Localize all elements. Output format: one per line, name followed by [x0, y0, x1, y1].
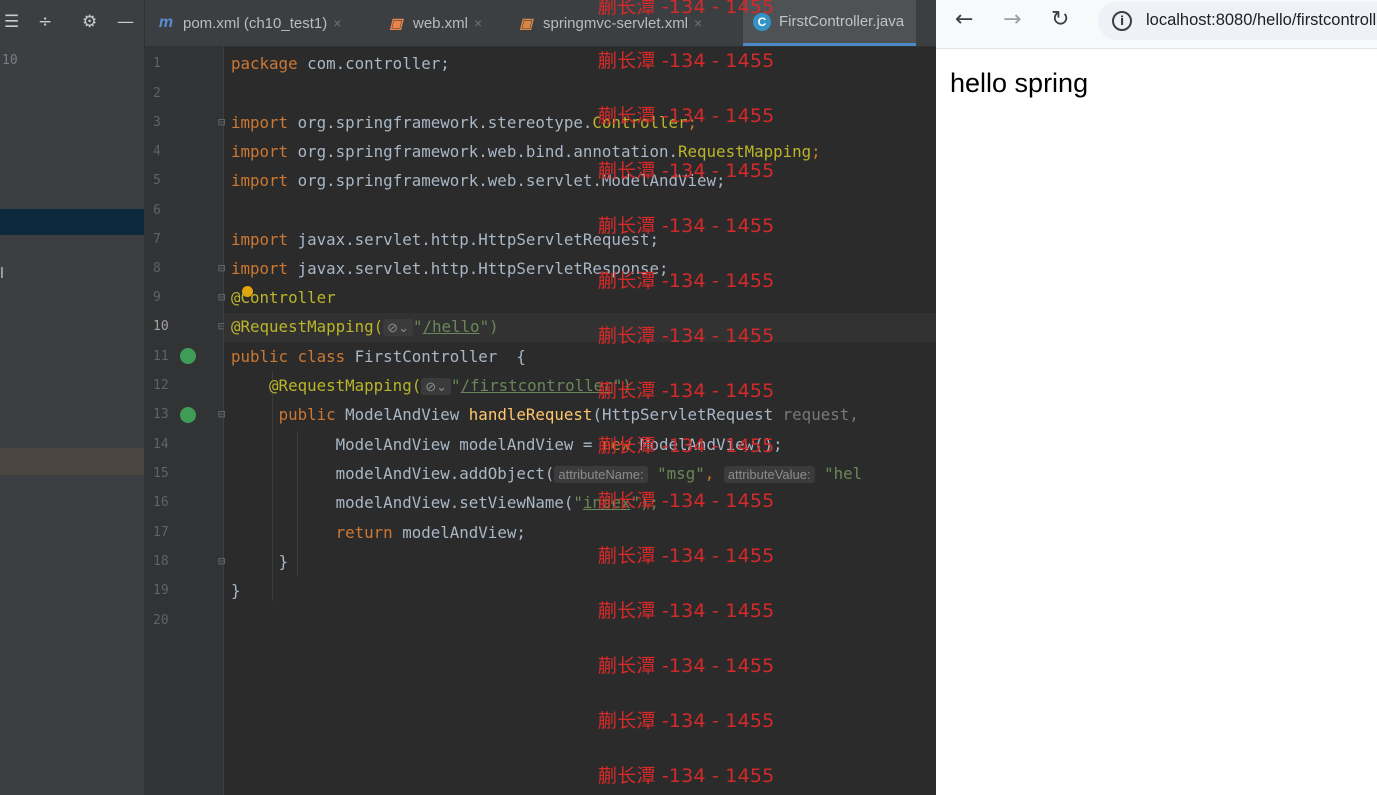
watermark-text: 蒯长潭 -134 - 1455 [598, 710, 775, 732]
watermark-text: 蒯长潭 -134 - 1455 [598, 50, 775, 72]
code-line-11: public class FirstController { [231, 347, 526, 366]
code-editor[interactable]: package com.controller; import org.sprin… [224, 46, 936, 795]
line-number: 1 [153, 56, 161, 71]
line-number: 7 [153, 232, 161, 247]
watermark-text: 蒯长潭 -134 - 1455 [598, 325, 775, 347]
close-icon[interactable]: × [333, 15, 341, 31]
forward-arrow-icon[interactable]: → [1003, 8, 1021, 32]
project-panel: ☰ ÷ ⚙ — 10 l [0, 0, 145, 795]
code-line-16: modelAndView.setViewName("index"); [335, 493, 660, 512]
watermark-text: 蒯长潭 -134 - 1455 [598, 600, 775, 622]
watermark-text: 蒯长潭 -134 - 1455 [598, 490, 775, 512]
tab-label: pom.xml (ch10_test1) [183, 14, 328, 32]
parameter-hint: attributeValue: [723, 466, 815, 483]
maven-icon: m [158, 14, 174, 31]
code-line-15: modelAndView.addObject(attributeName: "m… [335, 464, 863, 483]
watermark-text: 蒯长潭 -134 - 1455 [598, 765, 775, 787]
line-number: 4 [153, 144, 161, 159]
gear-icon[interactable]: ⚙ [82, 12, 97, 32]
project-tree-label: 10 [2, 53, 18, 68]
expand-all-icon[interactable]: ☰ [4, 12, 19, 32]
code-line-7: import javax.servlet.http.HttpServletReq… [231, 230, 659, 249]
project-tree-highlighted-row[interactable] [0, 448, 144, 475]
line-number: 2 [153, 86, 161, 101]
back-arrow-icon[interactable]: ← [955, 8, 973, 32]
code-line-12: @RequestMapping(⊘⌄ "/firstcontroller") [269, 376, 632, 395]
line-number: 15 [153, 466, 169, 481]
watermark-text: 蒯长潭 -134 - 1455 [598, 0, 775, 18]
url-text[interactable]: localhost:8080/hello/firstcontroller [1146, 11, 1377, 30]
code-line-9: @Controller [231, 288, 336, 307]
line-number: 12 [153, 378, 169, 393]
tab-pom-xml[interactable]: m pom.xml (ch10_test1) × [157, 0, 342, 46]
code-line-19: } [231, 581, 241, 600]
project-toolbar: ☰ ÷ ⚙ — [0, 0, 144, 46]
tab-label: web.xml [413, 14, 469, 32]
spring-mapping-icon[interactable] [180, 407, 196, 423]
browser-window: ← → ↻ i localhost:8080/hello/firstcontro… [936, 0, 1377, 795]
close-icon[interactable]: × [474, 15, 482, 31]
line-number: 14 [153, 437, 169, 452]
line-number: 19 [153, 583, 169, 598]
line-number: 8 [153, 261, 161, 276]
watermark-text: 蒯长潭 -134 - 1455 [598, 270, 775, 292]
watermark-text: 蒯长潭 -134 - 1455 [598, 655, 775, 677]
info-icon[interactable]: i [1112, 11, 1132, 31]
line-number: 20 [153, 613, 169, 628]
line-number: 3 [153, 115, 161, 130]
watermark-text: 蒯长潭 -134 - 1455 [598, 160, 775, 182]
hide-panel-icon[interactable]: — [117, 12, 134, 32]
line-number: 6 [153, 203, 161, 218]
xml-file-icon: ▣ [389, 15, 403, 31]
editor-gutter: 1 2 3 4 5 6 7 8 9 10 11 12 13 14 15 16 1… [145, 46, 225, 795]
line-number: 16 [153, 495, 169, 510]
line-number: 18 [153, 554, 169, 569]
watermark-text: 蒯长潭 -134 - 1455 [598, 380, 775, 402]
code-line-10: @RequestMapping(⊘⌄ "/hello") [231, 317, 499, 336]
project-tree-item[interactable]: l [0, 266, 4, 282]
project-tree-selected-row[interactable] [0, 209, 144, 235]
web-link-icon[interactable]: ⊘⌄ [383, 319, 413, 336]
reload-icon[interactable]: ↻ [1051, 8, 1069, 32]
collapse-all-icon[interactable]: ÷ [38, 12, 52, 32]
line-number: 11 [153, 349, 169, 364]
web-link-icon[interactable]: ⊘⌄ [421, 378, 452, 395]
address-bar[interactable]: i localhost:8080/hello/firstcontroller [1098, 2, 1377, 40]
line-number: 17 [153, 525, 169, 540]
code-line-17: return modelAndView; [335, 523, 526, 542]
ide-window: ☰ ÷ ⚙ — 10 l m pom.xml (ch10_test1) × ▣ … [0, 0, 936, 795]
tab-label: FirstController.java [779, 13, 905, 30]
code-line-13: public ModelAndView handleRequest(HttpSe… [278, 405, 859, 424]
spring-xml-icon: ▣ [519, 15, 533, 31]
line-number: 13 [153, 407, 169, 422]
watermark-text: 蒯长潭 -134 - 1455 [598, 215, 775, 237]
code-line-18: } [278, 552, 289, 571]
browser-toolbar: ← → ↻ i localhost:8080/hello/firstcontro… [936, 0, 1377, 49]
line-number: 9 [153, 290, 161, 305]
line-number: 5 [153, 173, 161, 188]
tab-web-xml[interactable]: ▣ web.xml × [387, 0, 482, 46]
line-number-current: 10 [153, 319, 169, 334]
spring-bean-icon[interactable] [180, 348, 196, 364]
editor-tab-bar: m pom.xml (ch10_test1) × ▣ web.xml × ▣ s… [145, 0, 936, 47]
parameter-hint: attributeName: [554, 466, 648, 483]
watermark-text: 蒯长潭 -134 - 1455 [598, 105, 775, 127]
code-line-1: package com.controller; [231, 54, 450, 73]
watermark-text: 蒯长潭 -134 - 1455 [598, 545, 775, 567]
watermark-text: 蒯长潭 -134 - 1455 [598, 435, 775, 457]
page-content-text: hello spring [950, 68, 1089, 98]
